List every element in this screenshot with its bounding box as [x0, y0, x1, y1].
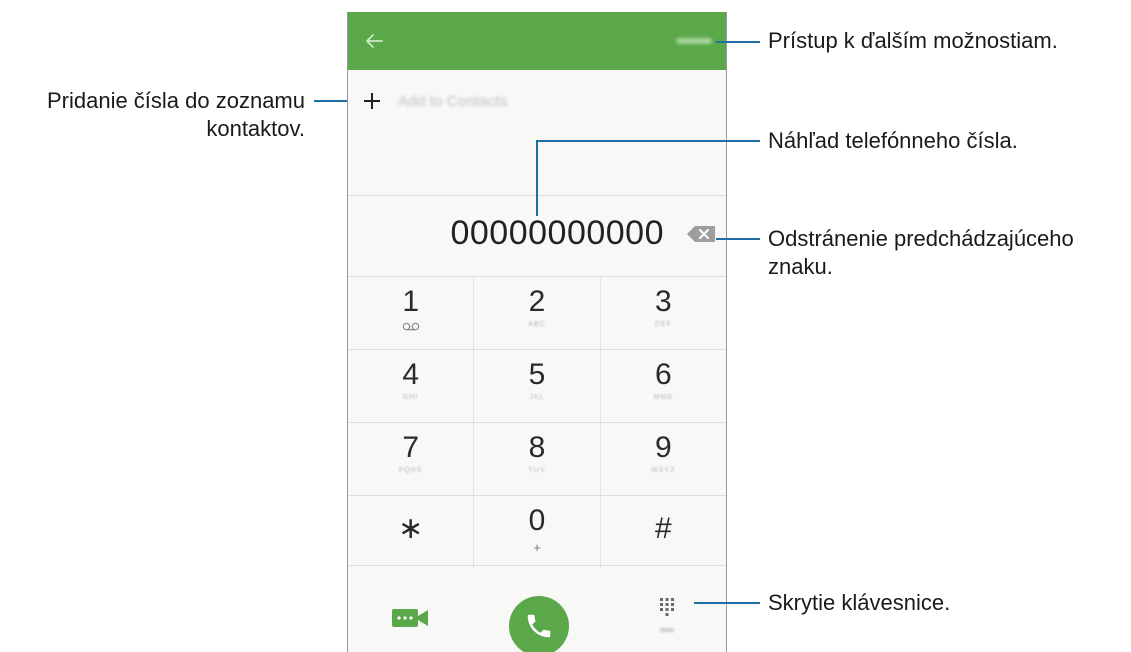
callout-line-preview-h: [536, 140, 760, 142]
key-6[interactable]: 6 MNO: [599, 350, 726, 422]
callout-preview: Náhľad telefónneho čísla.: [768, 128, 1018, 153]
key-digit: 6: [654, 358, 672, 391]
key-digit: 9: [654, 431, 672, 464]
key-plus: +: [533, 540, 541, 555]
phone-dialer-screen: Add to Contacts 00000000000 1 2 ABC 3 DE…: [347, 12, 727, 652]
backspace-icon[interactable]: [686, 225, 716, 243]
key-digit: 4: [402, 358, 419, 391]
callout-line-more-options: [716, 41, 760, 43]
key-letters: JKL: [529, 394, 545, 401]
key-3[interactable]: 3 DEF: [599, 277, 726, 349]
more-options-label: [676, 38, 712, 44]
more-options-button[interactable]: [672, 32, 716, 50]
key-letters: PQRS: [398, 467, 423, 474]
video-call-icon[interactable]: [391, 608, 429, 628]
hide-keypad-label: [660, 628, 674, 632]
key-letters: DEF: [654, 321, 672, 328]
key-digit: 5: [528, 358, 546, 391]
key-0[interactable]: 0 +: [473, 496, 599, 568]
callout-delete-line1: Odstránenie predchádzajúceho: [768, 226, 1074, 251]
callout-delete: Odstránenie predchádzajúceho znaku.: [768, 225, 1074, 281]
key-letters: MNO: [653, 394, 673, 401]
key-digit: 2: [528, 285, 546, 318]
key-digit: ∗: [398, 512, 424, 545]
key-digit: 0: [528, 504, 546, 537]
key-digit: #: [654, 512, 672, 545]
callout-add-number: Pridanie čísla do zoznamu kontaktov.: [10, 87, 305, 143]
add-to-contacts-label: Add to Contacts: [398, 92, 508, 110]
key-7[interactable]: 7 PQRS: [348, 423, 473, 495]
keypad-row: 7 PQRS 8 TUV 9 WXYZ: [348, 422, 726, 495]
key-4[interactable]: 4 GHI: [348, 350, 473, 422]
keypad-row: 4 GHI 5 JKL 6 MNO: [348, 349, 726, 422]
callout-add-number-line1: Pridanie čísla do zoznamu: [46, 88, 305, 113]
keypad-row: ∗ 0 + #: [348, 495, 726, 568]
keypad-row: 1 2 ABC 3 DEF: [348, 276, 726, 349]
key-digit: 1: [402, 285, 419, 318]
key-digit: 3: [654, 285, 672, 318]
key-digit: 7: [402, 431, 419, 464]
phone-number-preview: 00000000000: [450, 214, 664, 252]
app-bar: [348, 12, 726, 70]
key-digit: 8: [528, 431, 546, 464]
callout-more-options: Prístup k ďalším možnostiam.: [768, 28, 1058, 53]
plus-icon: [364, 93, 380, 109]
key-5[interactable]: 5 JKL: [473, 350, 599, 422]
call-button[interactable]: [509, 596, 569, 652]
key-2[interactable]: 2 ABC: [473, 277, 599, 349]
callout-add-number-line2: kontaktov.: [206, 116, 305, 141]
phone-icon: [527, 614, 551, 638]
callout-delete-line2: znaku.: [768, 254, 833, 279]
hide-keypad-button[interactable]: [650, 596, 684, 646]
callout-line-delete: [716, 238, 760, 240]
key-8[interactable]: 8 TUV: [473, 423, 599, 495]
voicemail-icon: [402, 322, 419, 331]
callout-line-preview-v: [536, 140, 538, 216]
key-star[interactable]: ∗: [348, 496, 473, 568]
key-hash[interactable]: #: [599, 496, 726, 568]
key-9[interactable]: 9 WXYZ: [599, 423, 726, 495]
key-1[interactable]: 1: [348, 277, 473, 349]
key-letters: ABC: [528, 321, 546, 328]
arrow-left-icon[interactable]: [362, 29, 386, 53]
callout-hide-keypad: Skrytie klávesnice.: [768, 590, 951, 615]
keypad-icon: [660, 598, 674, 616]
add-to-contacts-button[interactable]: Add to Contacts: [362, 86, 508, 116]
callout-line-hide-keypad: [694, 602, 760, 604]
key-letters: GHI: [402, 394, 419, 401]
dialer-actions: [348, 565, 726, 652]
key-letters: TUV: [528, 467, 546, 474]
key-letters: WXYZ: [651, 467, 676, 474]
